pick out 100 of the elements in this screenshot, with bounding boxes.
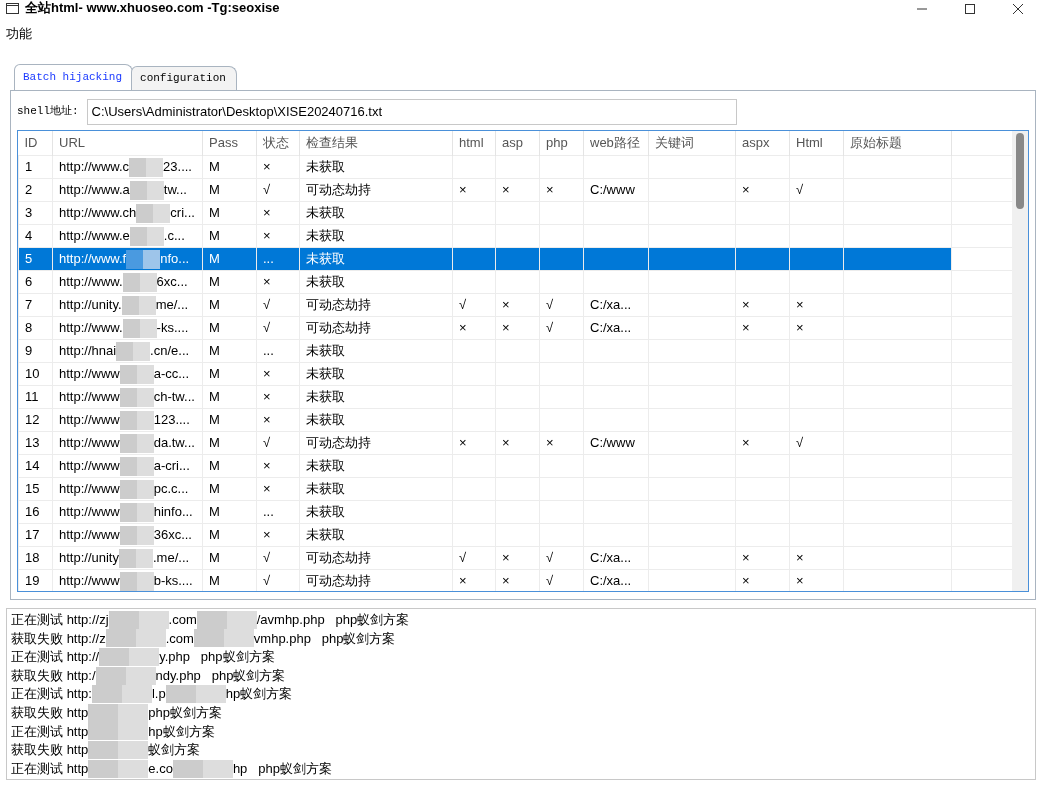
url-text: 123.... bbox=[153, 411, 190, 430]
table-cell: 9 bbox=[18, 339, 53, 363]
column-header[interactable]: 状态 bbox=[256, 130, 300, 156]
table-cell: × bbox=[735, 546, 790, 570]
redaction-block bbox=[129, 180, 164, 200]
table-cell: × bbox=[735, 431, 790, 455]
url-text: a-cc... bbox=[153, 365, 190, 384]
column-header[interactable]: 原始标题 bbox=[843, 130, 952, 156]
url-text: .me/... bbox=[153, 549, 190, 568]
url-text: pc.c... bbox=[153, 480, 189, 499]
table-cell: 未获取 bbox=[299, 155, 453, 179]
table-cell: 未获取 bbox=[299, 270, 453, 294]
url-text: nfo... bbox=[160, 250, 190, 269]
table-cell: C:/xa... bbox=[583, 546, 649, 570]
url-text: ch-tw... bbox=[153, 388, 195, 407]
table-cell: 19 bbox=[18, 569, 53, 591]
table-row[interactable]: 4 http://www.e .c... M × 未获取 bbox=[18, 224, 1012, 248]
url-text: http://www bbox=[59, 457, 120, 476]
table-row[interactable]: 19 http://www b-ks.... M √ 可动态劫持 × × √ C:/xa... × × bbox=[18, 569, 1012, 591]
column-header[interactable]: 检查结果 bbox=[299, 130, 453, 156]
log-text: y.php php蚁剑方案 bbox=[159, 648, 275, 667]
column-header[interactable]: ID bbox=[18, 130, 53, 156]
redaction-block bbox=[88, 759, 149, 778]
column-header[interactable]: web路径 bbox=[583, 130, 649, 156]
table-cell: 15 bbox=[18, 477, 53, 501]
table-row[interactable]: 1 http://www.c 23.... M × 未获取 bbox=[18, 155, 1012, 179]
table-cell: 未获取 bbox=[299, 523, 453, 547]
table-row[interactable]: 18 http://unity .me/... M √ 可动态劫持 √ × √ C:/xa... × × bbox=[18, 546, 1012, 570]
url-text: hinfo... bbox=[153, 503, 193, 522]
column-header[interactable]: html bbox=[452, 130, 496, 156]
tab[interactable]: configuration bbox=[131, 66, 237, 90]
table-row[interactable]: 3 http://www.ch cri... M × 未获取 bbox=[18, 201, 1012, 225]
table-cell: 1 bbox=[18, 155, 53, 179]
table-row[interactable]: 2 http://www.a tw... M √ 可动态劫持 × × × C:/www × √ bbox=[18, 178, 1012, 202]
shell-path-field[interactable]: C:\Users\Administrator\Desktop\XISE20240716.txt bbox=[86, 98, 737, 125]
redaction-block bbox=[193, 629, 254, 648]
url-text: http://www bbox=[59, 480, 120, 499]
table-row[interactable]: 7 http://unity. me/... M √ 可动态劫持 √ × √ C:/xa... × × bbox=[18, 293, 1012, 317]
log-status: 正在测试 bbox=[11, 685, 64, 704]
url-text: tw... bbox=[163, 181, 187, 200]
table-row[interactable]: 12 http://www 123.... M × 未获取 bbox=[18, 408, 1012, 432]
redaction-block bbox=[119, 525, 154, 545]
column-header[interactable]: URL bbox=[52, 130, 203, 156]
log-text: ndy.php php蚁剑方案 bbox=[155, 666, 286, 685]
table-row[interactable]: 15 http://www pc.c... M × 未获取 bbox=[18, 477, 1012, 501]
table-row[interactable]: 6 http://www. 6xc... M × 未获取 bbox=[18, 270, 1012, 294]
redaction-block bbox=[121, 295, 156, 315]
column-header[interactable]: Html bbox=[789, 130, 844, 156]
table-cell: 未获取 bbox=[299, 477, 453, 501]
redaction-block bbox=[129, 226, 164, 246]
table-row[interactable]: 14 http://www a-cri... M × 未获取 bbox=[18, 454, 1012, 478]
table-cell: × bbox=[495, 178, 540, 202]
redaction-block bbox=[119, 502, 154, 522]
table-cell: × bbox=[256, 224, 300, 248]
log-status: 获取失败 bbox=[11, 666, 64, 685]
log-text: hp蚁剑方案 bbox=[148, 722, 215, 741]
table-cell: ... bbox=[256, 339, 300, 363]
table-row[interactable]: 10 http://www a-cc... M × 未获取 bbox=[18, 362, 1012, 386]
table-cell: 5 bbox=[18, 247, 53, 271]
table-cell: √ bbox=[256, 316, 300, 340]
table-cell: × bbox=[495, 546, 540, 570]
table-row[interactable]: 17 http://www 36xc... M × 未获取 bbox=[18, 523, 1012, 547]
column-header[interactable]: Pass bbox=[202, 130, 257, 156]
scrollbar-thumb[interactable] bbox=[1016, 132, 1024, 209]
table-cell: C:/xa... bbox=[583, 293, 649, 317]
table-cell: 12 bbox=[18, 408, 53, 432]
table-row[interactable]: 11 http://www ch-tw... M × 未获取 bbox=[18, 385, 1012, 409]
table-cell: × bbox=[735, 178, 790, 202]
table-row[interactable]: 9 http://hnai .cn/e... M ... 未获取 bbox=[18, 339, 1012, 363]
url-text: http://unity. bbox=[59, 296, 122, 315]
table-row[interactable]: 8 http://www. -ks.... M √ 可动态劫持 × × √ C:/xa... × × bbox=[18, 316, 1012, 340]
table-cell: √ bbox=[256, 293, 300, 317]
log-status: 正在测试 bbox=[11, 722, 64, 741]
column-header[interactable]: php bbox=[539, 130, 584, 156]
table-cell: 可动态劫持 bbox=[299, 431, 453, 455]
log-text: http://z bbox=[66, 629, 106, 648]
url-text: 36xc... bbox=[153, 526, 192, 545]
table-cell: × bbox=[539, 178, 584, 202]
menu-item[interactable]: 功能 bbox=[6, 24, 32, 52]
table-cell: × bbox=[789, 546, 844, 570]
table-cell: 未获取 bbox=[299, 339, 453, 363]
table-cell: × bbox=[256, 454, 300, 478]
log-text: http bbox=[66, 759, 89, 778]
table-cell: M bbox=[202, 477, 257, 501]
redaction-block bbox=[95, 666, 156, 685]
scrollbar[interactable] bbox=[1012, 130, 1028, 591]
column-header[interactable]: asp bbox=[495, 130, 540, 156]
log-status: 获取失败 bbox=[11, 704, 64, 722]
table-row[interactable]: 16 http://www hinfo... M ... 未获取 bbox=[18, 500, 1012, 524]
redaction-block bbox=[126, 249, 161, 269]
log-status: 正在测试 bbox=[11, 759, 64, 778]
redaction-block bbox=[116, 341, 151, 361]
url-text: .c... bbox=[163, 227, 185, 246]
tab[interactable]: Batch hijacking bbox=[14, 64, 134, 90]
table-row[interactable]: 5 http://www.f nfo... M ... 未获取 bbox=[18, 247, 1012, 271]
column-header[interactable]: 关键词 bbox=[648, 130, 736, 156]
table-cell: C:/www bbox=[583, 178, 649, 202]
redaction-block bbox=[119, 433, 154, 453]
column-header[interactable]: aspx bbox=[735, 130, 790, 156]
table-row[interactable]: 13 http://www da.tw... M √ 可动态劫持 × × × C:/www × √ bbox=[18, 431, 1012, 455]
